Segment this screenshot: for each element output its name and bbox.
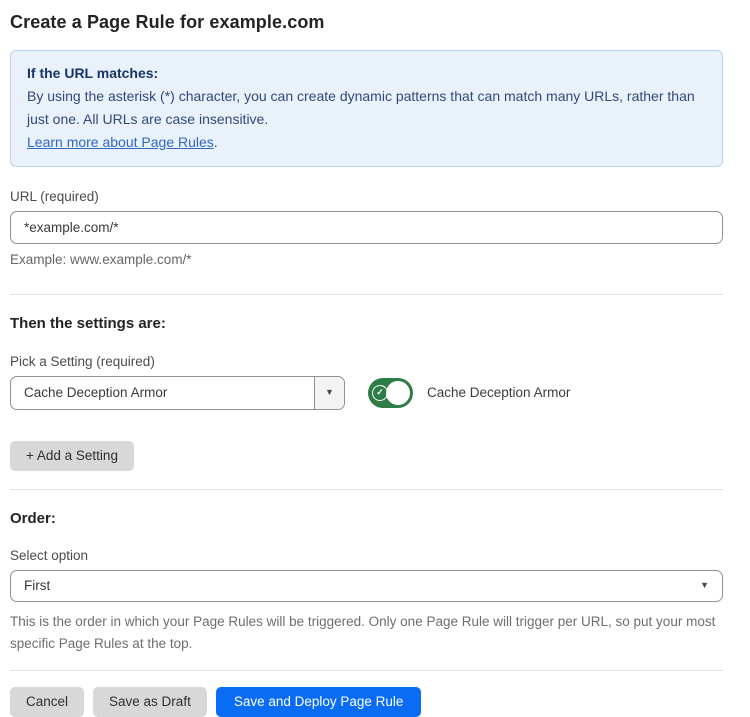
chevron-down-icon: ▼ [325,388,334,397]
pick-setting-label: Pick a Setting (required) [10,354,723,369]
url-field-label: URL (required) [10,189,723,204]
setting-select-value: Cache Deception Armor [11,377,314,409]
setting-toggle-label: Cache Deception Armor [427,385,570,400]
create-page-rule-form: Create a Page Rule for example.com If th… [0,0,750,717]
divider [10,670,723,671]
learn-more-link[interactable]: Learn more about Page Rules [27,134,214,150]
add-setting-button[interactable]: + Add a Setting [10,441,134,471]
order-section-heading: Order: [10,510,723,527]
order-helper-text: This is the order in which your Page Rul… [10,611,723,655]
settings-section-heading: Then the settings are: [10,315,723,332]
url-match-info-box: If the URL matches: By using the asteris… [10,50,723,167]
chevron-down-icon: ▼ [700,581,709,590]
cancel-button[interactable]: Cancel [10,687,84,717]
link-suffix: . [214,134,218,150]
page-title: Create a Page Rule for example.com [10,12,723,33]
info-box-link-line: Learn more about Page Rules. [27,131,706,154]
url-input[interactable] [10,211,723,244]
footer-actions: Cancel Save as Draft Save and Deploy Pag… [10,687,723,717]
save-draft-button[interactable]: Save as Draft [93,687,207,717]
info-box-heading: If the URL matches: [27,62,706,85]
setting-toggle[interactable]: ✓ [368,378,413,408]
divider [10,294,723,295]
order-select-value: First [24,578,50,593]
save-deploy-button[interactable]: Save and Deploy Page Rule [216,687,422,717]
url-example-text: Example: www.example.com/* [10,252,723,267]
order-select[interactable]: First ▼ [10,570,723,602]
order-select-label: Select option [10,548,723,563]
info-box-body: By using the asterisk (*) character, you… [27,85,706,131]
toggle-knob [386,381,410,405]
setting-row: Cache Deception Armor ▼ ✓ Cache Deceptio… [10,376,723,410]
divider [10,489,723,490]
setting-select[interactable]: Cache Deception Armor ▼ [10,376,345,410]
setting-select-arrow-button[interactable]: ▼ [314,377,344,409]
